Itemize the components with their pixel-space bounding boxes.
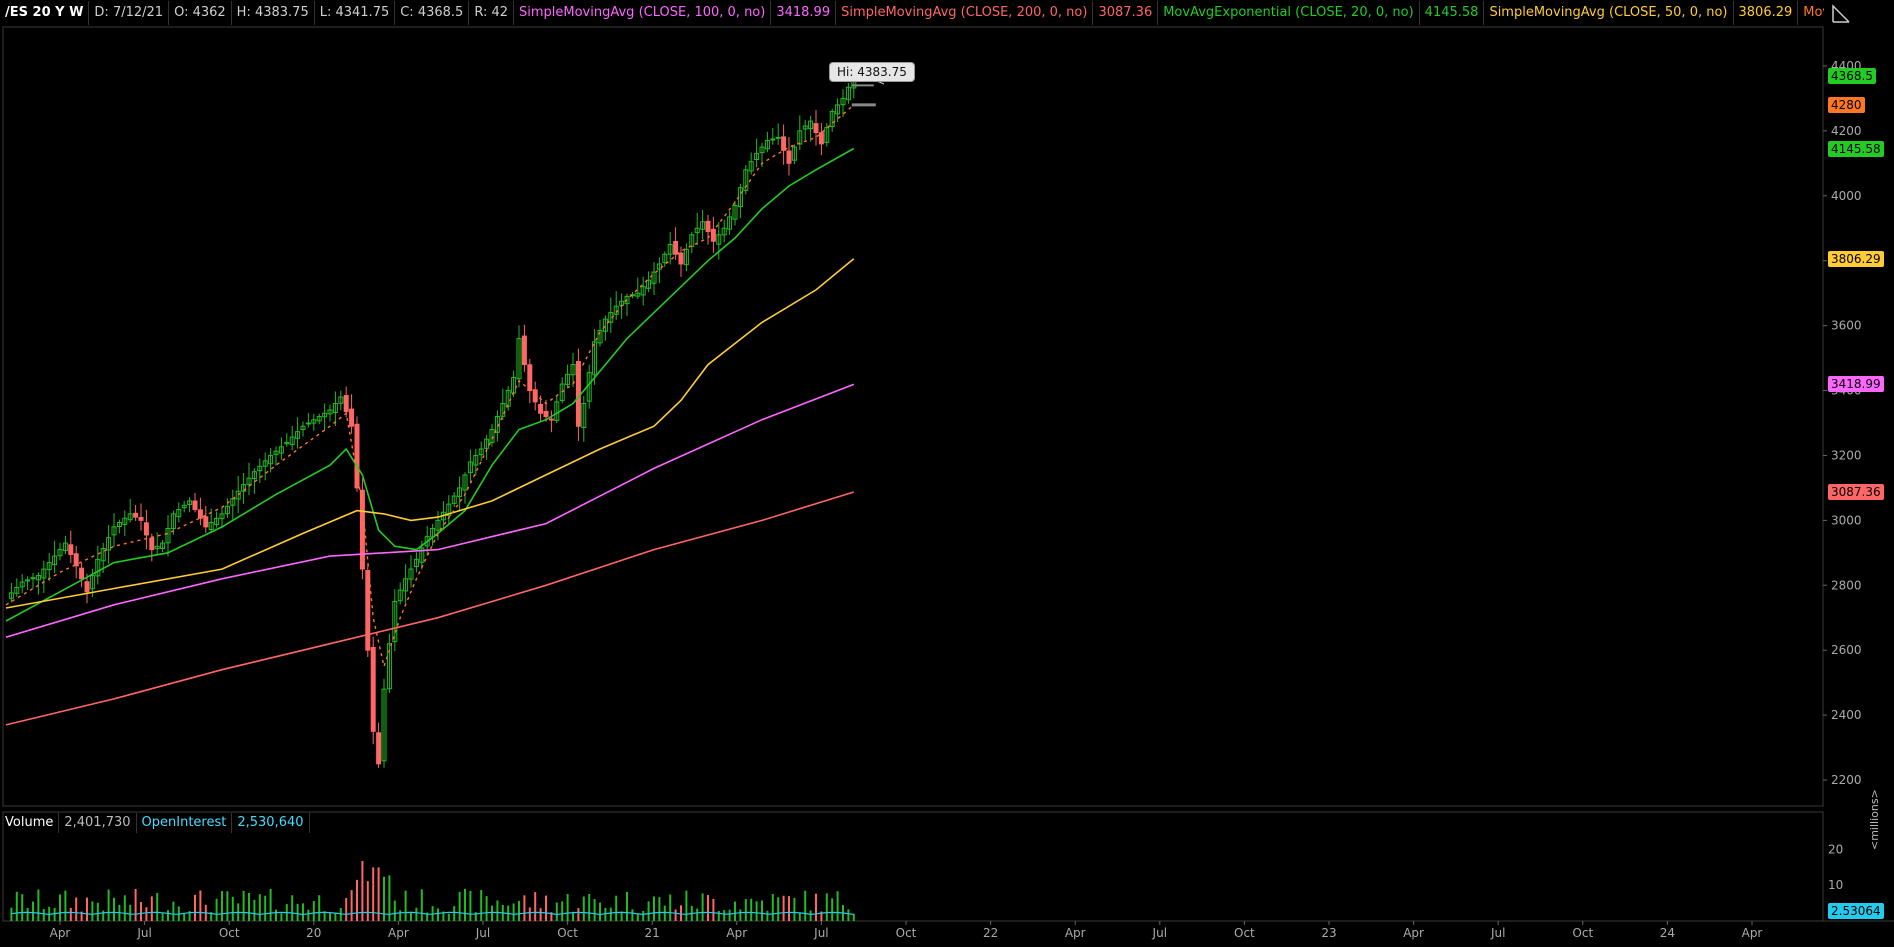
- candle-body: [786, 150, 792, 164]
- time-tick-label: Apr: [1065, 926, 1086, 940]
- price-tag: 3806.29: [1828, 250, 1884, 267]
- volume-tick-label: 10: [1828, 878, 1843, 892]
- time-tick-label: Oct: [1234, 926, 1255, 940]
- time-tick-label: Jul: [1490, 926, 1505, 940]
- volume-tick-label: 20: [1828, 842, 1843, 856]
- candle-body: [521, 335, 527, 366]
- moving-average-line[interactable]: [5, 491, 855, 726]
- candle-body: [365, 570, 371, 651]
- candle-body: [79, 567, 85, 580]
- candle-body: [818, 132, 824, 145]
- time-tick-label: 21: [645, 926, 660, 940]
- price-tag: 3418.99: [1828, 376, 1884, 393]
- price-tick-label: 4000: [1831, 189, 1862, 203]
- candle-body: [203, 516, 209, 528]
- time-tick-label: 23: [1321, 926, 1336, 940]
- candle-body: [343, 395, 349, 413]
- time-tick-label: Apr: [1742, 926, 1763, 940]
- candle-body: [143, 522, 149, 536]
- candle-body: [527, 364, 533, 392]
- open-interest-value: 2,530,640: [232, 813, 310, 833]
- time-tick-label: Oct: [1572, 926, 1593, 940]
- volume-price-tag: 2.53064: [1828, 903, 1884, 919]
- moving-average-line[interactable]: [5, 104, 855, 670]
- candle-body: [197, 509, 203, 519]
- price-tag: 4145.58: [1828, 140, 1884, 157]
- price-tag: 4280: [1828, 96, 1865, 113]
- price-tick-label: 2600: [1831, 643, 1862, 657]
- volume-value: 2,401,730: [59, 813, 137, 833]
- price-tick-label: 2200: [1831, 773, 1862, 787]
- high-tooltip: Hi: 4383.75: [829, 62, 915, 82]
- price-tick-label: 3200: [1831, 448, 1862, 462]
- candle-body: [370, 646, 376, 732]
- candle-body: [305, 422, 311, 425]
- volume-header: Volume 2,401,730 OpenInterest 2,530,640: [0, 812, 310, 834]
- candle-body: [673, 240, 679, 255]
- price-tick-label: 2800: [1831, 578, 1862, 592]
- time-tick-label: Oct: [557, 926, 578, 940]
- candle-body: [770, 138, 776, 141]
- time-tick-label: Apr: [388, 926, 409, 940]
- candle-body: [781, 136, 787, 151]
- open-interest-label[interactable]: OpenInterest: [137, 813, 233, 833]
- candle-body: [705, 220, 711, 232]
- moving-average-line[interactable]: [5, 258, 855, 609]
- price-tag: 3087.36: [1828, 484, 1884, 500]
- candle-body: [192, 500, 198, 511]
- time-tick-label: Oct: [896, 926, 917, 940]
- candle-body: [548, 418, 554, 421]
- volume-label[interactable]: Volume: [0, 813, 60, 833]
- candle-body: [138, 516, 144, 521]
- time-tick-label: Jul: [813, 926, 828, 940]
- time-tick-label: Apr: [1403, 926, 1424, 940]
- candle-body: [133, 512, 139, 518]
- price-chart[interactable]: 2200240026002800300032003400360038004000…: [0, 0, 1894, 947]
- price-tag: 4368.5: [1828, 68, 1876, 85]
- time-tick-label: Jul: [1152, 926, 1167, 940]
- price-tick-label: 3600: [1831, 319, 1862, 333]
- time-tick-label: Apr: [50, 926, 71, 940]
- time-tick-label: 24: [1660, 926, 1675, 940]
- candle-body: [678, 252, 684, 265]
- candle-body: [775, 136, 781, 139]
- time-tick-label: Jul: [136, 926, 151, 940]
- price-pane-frame: [2, 26, 1824, 807]
- price-tick-label: 3000: [1831, 513, 1862, 527]
- candle-body: [349, 408, 355, 427]
- time-tick-label: Jul: [475, 926, 490, 940]
- candle-body: [73, 553, 79, 567]
- time-tick-label: Oct: [219, 926, 240, 940]
- time-tick-label: 20: [306, 926, 321, 940]
- candle-body: [84, 581, 90, 593]
- candle-body: [538, 403, 544, 414]
- price-tick-label: 2400: [1831, 708, 1862, 722]
- candle-body: [149, 537, 155, 551]
- time-tick-label: 22: [983, 926, 998, 940]
- candle-body: [68, 544, 74, 555]
- volume-units-label: <millions>: [1868, 789, 1881, 850]
- time-tick-label: Apr: [726, 926, 747, 940]
- candle-body: [813, 123, 819, 133]
- candle-body: [543, 410, 549, 417]
- moving-average-line[interactable]: [5, 383, 855, 638]
- candle-body: [376, 732, 382, 765]
- candle-body: [532, 389, 538, 403]
- price-tick-label: 4200: [1831, 124, 1862, 138]
- candle-body: [354, 423, 360, 489]
